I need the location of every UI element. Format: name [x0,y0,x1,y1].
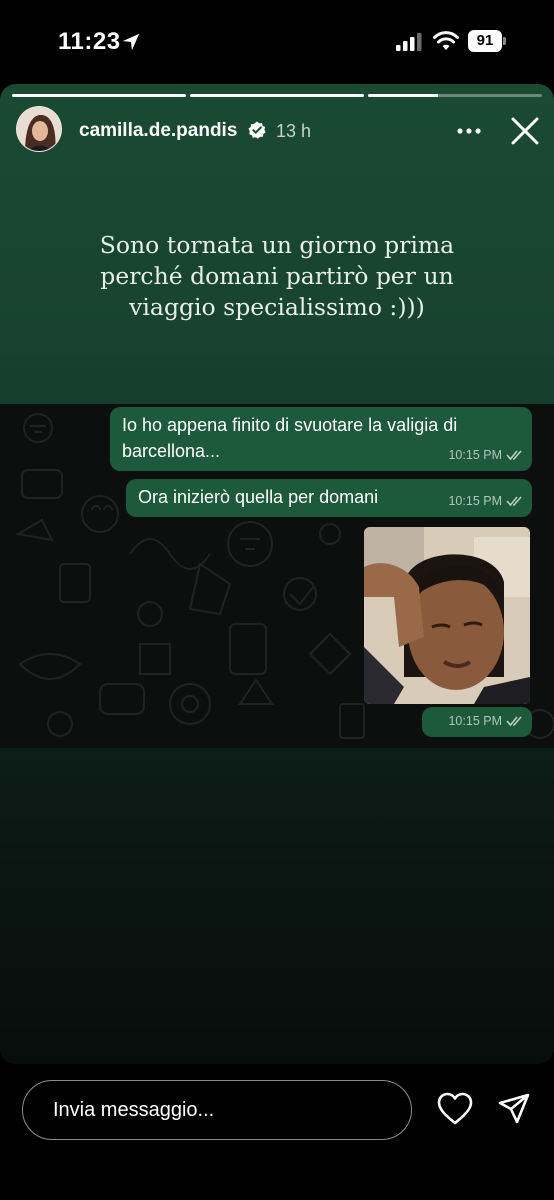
chat-message: 10:15 PM [422,707,532,737]
message-meta: 10:15 PM [448,442,524,468]
selfie-image [364,527,530,704]
more-options-icon[interactable] [456,118,482,144]
progress-fill [12,94,186,97]
message-time: 10:15 PM [448,448,502,462]
message-meta: 10:15 PM [448,708,524,734]
chat-screenshot: Io ho appena finito di svuotare la valig… [0,404,554,748]
progress-fill [368,94,438,97]
message-time: 10:15 PM [448,494,502,508]
read-ticks-icon [506,450,522,461]
read-ticks-icon [506,496,522,507]
send-icon[interactable] [497,1092,531,1126]
status-bar: 11:23 91 [0,0,554,84]
heart-icon[interactable] [437,1092,473,1126]
story-time-ago: 13 h [276,121,312,141]
message-time: 10:15 PM [448,714,502,728]
read-ticks-icon [506,716,522,727]
story-caption: Sono tornata un giorno prima perché doma… [99,231,455,321]
story-viewer[interactable]: camilla.de.pandis 13 h Sono tornata un g… [0,84,554,1064]
avatar[interactable] [16,106,62,152]
story-progress [12,94,542,98]
battery-level: 91 [468,30,502,52]
progress-fill [190,94,364,97]
story-username[interactable]: camilla.de.pandis [79,120,237,142]
story-reply-bar [0,1064,554,1200]
location-arrow-icon [122,33,140,51]
progress-segment [190,94,364,97]
chat-message: Io ho appena finito di svuotare la valig… [110,407,532,471]
wifi-icon [433,31,459,50]
verified-badge-icon [248,121,266,139]
battery-tip [503,37,506,45]
avatar-image [17,107,61,151]
chat-message: Ora inizierò quella per domani 10:15 PM [126,479,532,517]
chat-photo [364,527,530,704]
close-icon[interactable] [510,116,540,146]
progress-segment [12,94,186,97]
reply-message-input[interactable] [22,1080,412,1140]
battery-icon: 91 [468,30,506,52]
status-time: 11:23 [58,28,121,55]
signal-icon [396,33,422,51]
message-meta: 10:15 PM [448,488,524,514]
progress-segment [368,94,542,97]
